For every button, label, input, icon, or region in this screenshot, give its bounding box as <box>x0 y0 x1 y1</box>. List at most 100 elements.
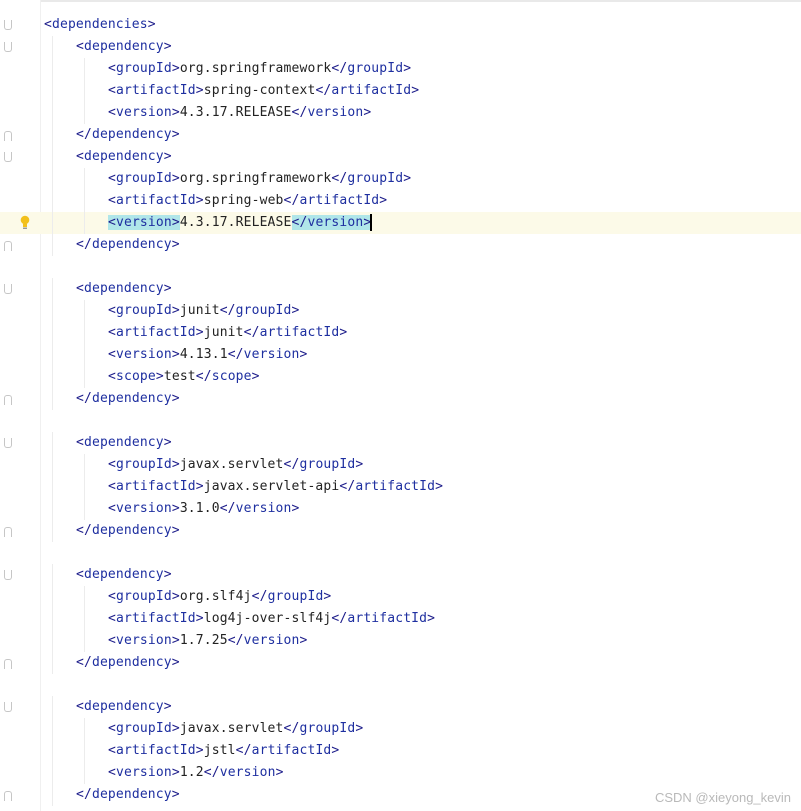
code-text[interactable]: <dependency> <box>76 696 172 718</box>
code-text[interactable]: </dependency> <box>76 124 180 146</box>
code-text[interactable]: </dependency> <box>76 234 180 256</box>
code-text[interactable]: <version>1.7.25</version> <box>108 630 307 652</box>
code-line[interactable]: <groupId>org.springframework</groupId> <box>0 58 801 80</box>
fold-marker-icon[interactable] <box>4 241 12 251</box>
fold-marker-icon[interactable] <box>4 152 12 162</box>
code-line[interactable]: <dependency> <box>0 564 801 586</box>
xml-bracket: > <box>411 83 420 98</box>
code-text[interactable]: <artifactId>junit</artifactId> <box>108 322 347 344</box>
code-line[interactable]: </dependency> <box>0 520 801 542</box>
code-text[interactable]: <dependency> <box>76 36 172 58</box>
code-text[interactable]: <groupId>org.springframework</groupId> <box>108 168 411 190</box>
xml-text: 4.13.1 <box>179 347 228 362</box>
code-text[interactable]: </dependency> <box>76 520 180 542</box>
fold-marker-icon[interactable] <box>4 284 12 294</box>
code-line[interactable]: </dependency> <box>0 234 801 256</box>
fold-marker-icon[interactable] <box>4 791 12 801</box>
code-line[interactable]: <dependency> <box>0 278 801 300</box>
code-line[interactable]: </dependency> <box>0 652 801 674</box>
code-line[interactable]: <version>1.7.25</version> <box>0 630 801 652</box>
code-line[interactable]: <dependencies> <box>0 14 801 36</box>
code-text[interactable]: <artifactId>log4j-over-slf4j</artifactId… <box>108 608 435 630</box>
xml-tag-name: groupId <box>347 61 404 76</box>
code-line[interactable]: <artifactId>jstl</artifactId> <box>0 740 801 762</box>
code-line[interactable]: <dependency> <box>0 696 801 718</box>
code-line[interactable]: <groupId>org.springframework</groupId> <box>0 168 801 190</box>
fold-marker-icon[interactable] <box>4 702 12 712</box>
code-line[interactable] <box>0 542 801 564</box>
fold-marker-icon[interactable] <box>4 438 12 448</box>
xml-bracket: > <box>163 281 172 296</box>
code-line[interactable]: <groupId>javax.servlet</groupId> <box>0 454 801 476</box>
xml-tag-name: version <box>115 633 172 648</box>
code-text[interactable]: <version>4.3.17.RELEASE</version> <box>108 102 371 124</box>
code-line[interactable]: </dependency> <box>0 388 801 410</box>
fold-marker-icon[interactable] <box>4 659 12 669</box>
code-line[interactable]: <version>4.3.17.RELEASE</version> <box>0 102 801 124</box>
xml-tag-name: artifactId <box>115 193 196 208</box>
code-line[interactable] <box>0 410 801 432</box>
xml-text: javax.servlet <box>179 457 284 472</box>
code-text[interactable]: <dependency> <box>76 564 172 586</box>
fold-marker-icon[interactable] <box>4 42 12 52</box>
code-line[interactable]: <dependency> <box>0 432 801 454</box>
fold-marker-icon[interactable] <box>4 20 12 30</box>
code-editor[interactable]: <dependencies> <dependency> <groupId>org.s… <box>0 0 801 811</box>
code-line-current[interactable]: <version>4.3.17.RELEASE</version> <box>0 212 801 234</box>
indent-guide <box>52 234 53 256</box>
code-text[interactable]: <groupId>junit</groupId> <box>108 300 300 322</box>
code-line[interactable]: <version>1.2</version> <box>0 762 801 784</box>
code-text[interactable]: <dependency> <box>76 278 172 300</box>
code-text[interactable]: </dependency> <box>76 388 180 410</box>
code-text[interactable]: <scope>test</scope> <box>108 366 260 388</box>
xml-bracket: > <box>171 237 180 252</box>
fold-marker-icon[interactable] <box>4 131 12 141</box>
code-line[interactable] <box>0 256 801 278</box>
fold-marker-icon[interactable] <box>4 527 12 537</box>
code-line[interactable]: <groupId>javax.servlet</groupId> <box>0 718 801 740</box>
fold-marker-icon[interactable] <box>4 570 12 580</box>
xml-text: junit <box>203 325 244 340</box>
code-line[interactable]: <artifactId>junit</artifactId> <box>0 322 801 344</box>
code-text[interactable]: <dependencies> <box>44 14 156 36</box>
code-text[interactable]: <artifactId>spring-web</artifactId> <box>108 190 387 212</box>
code-text[interactable]: <artifactId>javax.servlet-api</artifactI… <box>108 476 443 498</box>
code-line[interactable]: <artifactId>log4j-over-slf4j</artifactId… <box>0 608 801 630</box>
code-line[interactable]: <version>4.13.1</version> <box>0 344 801 366</box>
xml-tag-name: dependency <box>83 699 164 714</box>
code-line[interactable]: <dependency> <box>0 36 801 58</box>
code-line[interactable]: <artifactId>spring-web</artifactId> <box>0 190 801 212</box>
code-line[interactable]: <groupId>junit</groupId> <box>0 300 801 322</box>
code-line[interactable]: </dependency> <box>0 124 801 146</box>
code-line[interactable] <box>0 674 801 696</box>
xml-bracket: </ <box>76 237 92 252</box>
code-text[interactable]: <version>1.2</version> <box>108 762 284 784</box>
code-text[interactable]: <version>4.13.1</version> <box>108 344 307 366</box>
code-line[interactable]: <artifactId>spring-context</artifactId> <box>0 80 801 102</box>
xml-bracket: > <box>163 39 172 54</box>
indent-guide <box>52 740 53 762</box>
code-text[interactable]: <version>3.1.0</version> <box>108 498 300 520</box>
code-text[interactable]: <groupId>org.slf4j</groupId> <box>108 586 331 608</box>
code-text[interactable]: <groupId>javax.servlet</groupId> <box>108 454 363 476</box>
xml-bracket: > <box>195 83 204 98</box>
code-text[interactable]: <version>4.3.17.RELEASE</version> <box>108 212 373 234</box>
code-text[interactable]: <groupId>javax.servlet</groupId> <box>108 718 363 740</box>
xml-bracket: > <box>163 567 172 582</box>
code-line[interactable]: <artifactId>javax.servlet-api</artifactI… <box>0 476 801 498</box>
code-line[interactable]: <version>3.1.0</version> <box>0 498 801 520</box>
fold-marker-icon[interactable] <box>4 395 12 405</box>
code-text[interactable]: <groupId>org.springframework</groupId> <box>108 58 411 80</box>
code-line[interactable]: <groupId>org.slf4j</groupId> <box>0 586 801 608</box>
code-text[interactable]: </dependency> <box>76 784 180 806</box>
code-text[interactable]: </dependency> <box>76 652 180 674</box>
code-text[interactable]: <artifactId>spring-context</artifactId> <box>108 80 419 102</box>
code-text[interactable]: <dependency> <box>76 146 172 168</box>
code-line[interactable]: <dependency> <box>0 146 801 168</box>
lightbulb-icon[interactable] <box>20 215 30 230</box>
xml-bracket: < <box>108 61 116 76</box>
code-line[interactable]: <scope>test</scope> <box>0 366 801 388</box>
xml-tag-name: dependency <box>91 655 172 670</box>
code-text[interactable]: <dependency> <box>76 432 172 454</box>
code-text[interactable]: <artifactId>jstl</artifactId> <box>108 740 339 762</box>
